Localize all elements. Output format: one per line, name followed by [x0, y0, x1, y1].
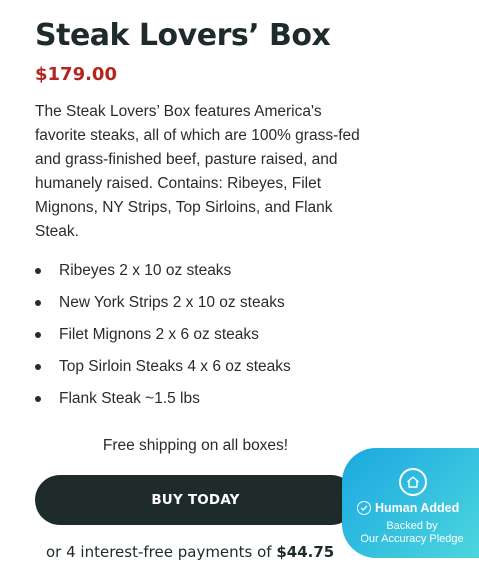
list-item: Filet Mignons 2 x 6 oz steaks	[35, 322, 291, 354]
bullet-icon	[35, 300, 41, 306]
product-title: Steak Lovers’ Box	[35, 18, 331, 53]
product-price: $179.00	[35, 64, 117, 85]
badge-subtitle-line2: Our Accuracy Pledge	[360, 533, 464, 545]
list-item: Ribeyes 2 x 10 oz steaks	[35, 258, 291, 290]
check-circle-icon	[357, 501, 371, 515]
list-item-label: Ribeyes 2 x 10 oz steaks	[59, 262, 232, 279]
bullet-icon	[35, 396, 41, 402]
installments-prefix: or 4 interest-free payments of	[46, 543, 277, 561]
installments-amount: $44.75	[276, 543, 335, 561]
list-item: New York Strips 2 x 10 oz steaks	[35, 290, 291, 322]
shipping-note: Free shipping on all boxes!	[102, 437, 289, 454]
list-item-label: New York Strips 2 x 10 oz steaks	[59, 294, 285, 311]
bullet-icon	[35, 364, 41, 370]
list-item-label: Filet Mignons 2 x 6 oz steaks	[59, 326, 259, 343]
badge-subtitle-line1: Backed by	[386, 520, 438, 532]
badge-title-row: Human Added	[357, 501, 459, 515]
bullet-icon	[35, 332, 41, 338]
installments-text: or 4 interest-free payments of $44.75	[46, 543, 334, 561]
list-item: Flank Steak ~1.5 lbs	[35, 386, 291, 418]
box-contents-list: Ribeyes 2 x 10 oz steaks New York Strips…	[35, 258, 291, 418]
product-description: The Steak Lovers’ Box features America's…	[35, 103, 360, 240]
house-heart-icon	[399, 468, 427, 496]
list-item-label: Flank Steak ~1.5 lbs	[59, 390, 200, 407]
list-item: Top Sirloin Steaks 4 x 6 oz steaks	[35, 354, 291, 386]
list-item-label: Top Sirloin Steaks 4 x 6 oz steaks	[59, 358, 291, 375]
bullet-icon	[35, 268, 41, 274]
human-added-badge[interactable]: Human Added Backed by Our Accuracy Pledg…	[342, 448, 479, 558]
buy-today-button[interactable]: BUY TODAY	[35, 475, 356, 525]
badge-title: Human Added	[375, 501, 460, 515]
